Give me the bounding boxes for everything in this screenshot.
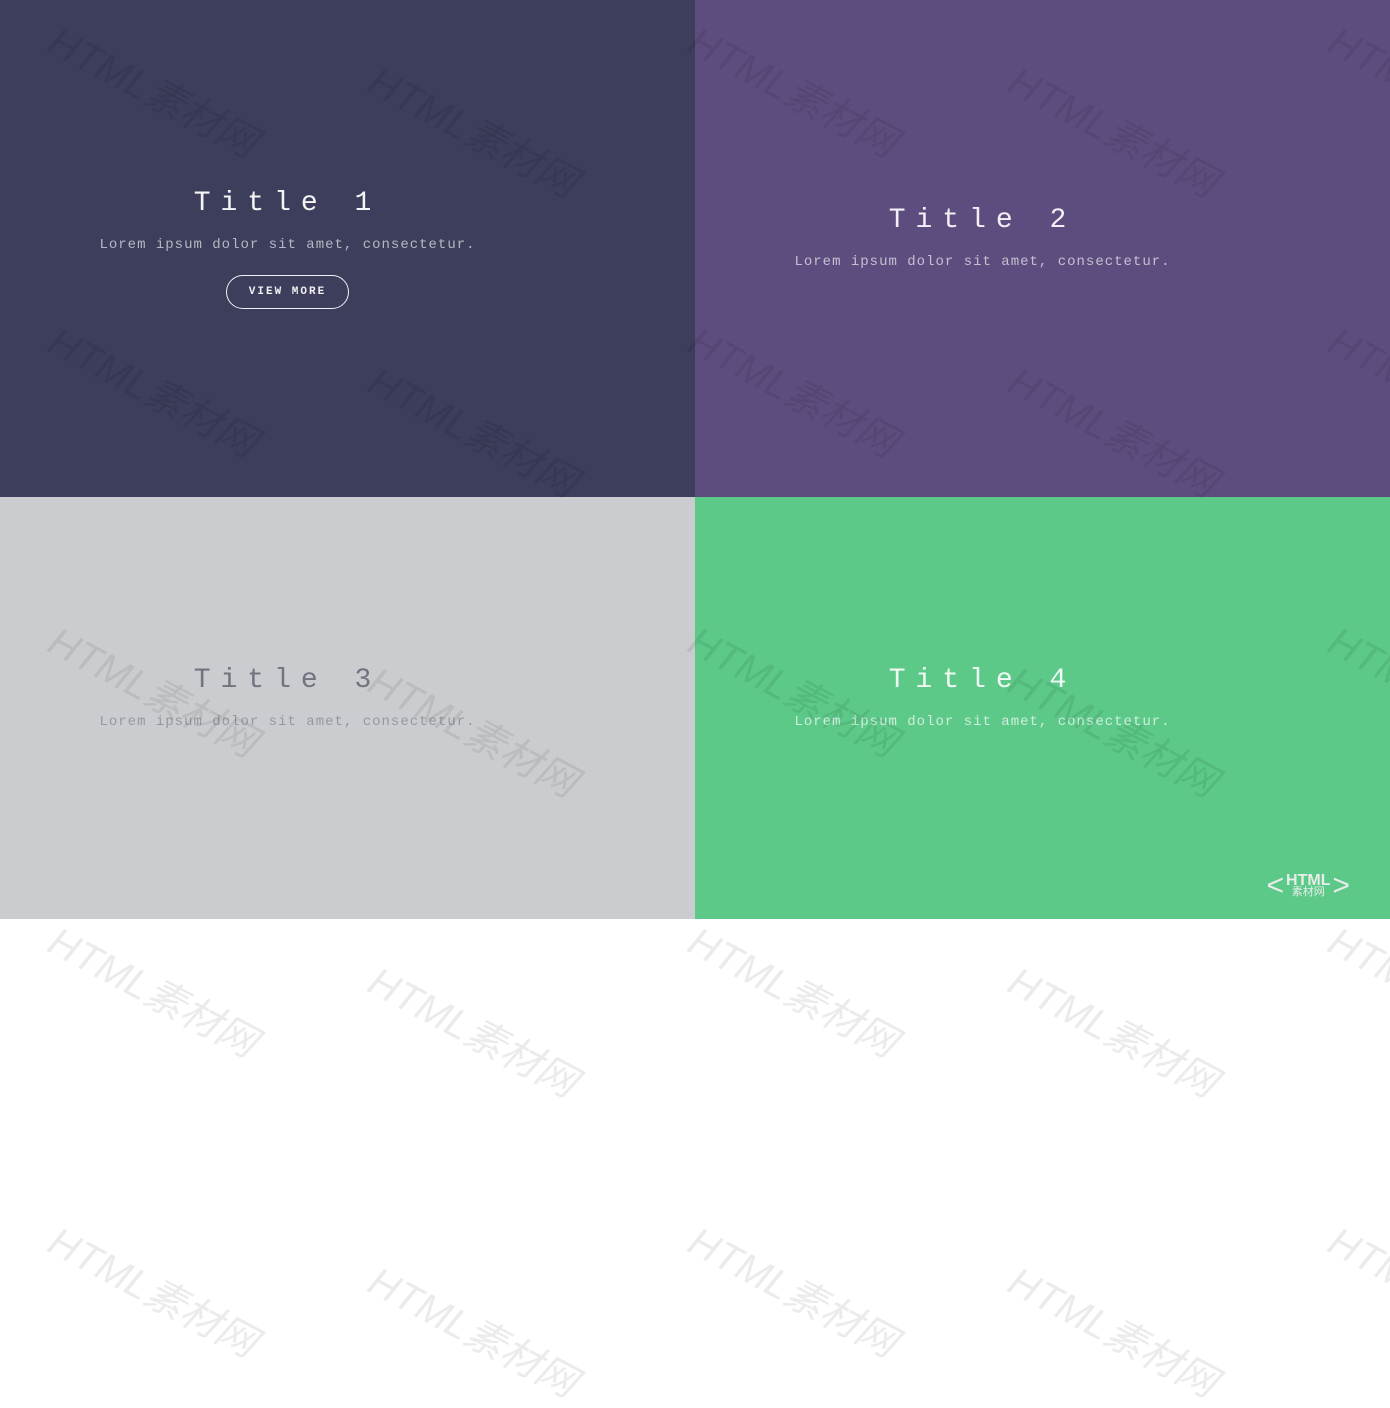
tile-3-content: Title 3 Lorem ipsum dolor sit amet, cons… [0, 665, 575, 752]
tile-2-subtitle: Lorem ipsum dolor sit amet, consectetur. [794, 254, 1170, 270]
view-more-button[interactable]: VIEW MORE [226, 275, 349, 309]
tile-2-title: Title 2 [889, 205, 1077, 236]
watermark-text: HTML素材网 [1320, 910, 1390, 1069]
watermark-text: HTML素材网 [40, 1210, 269, 1369]
tile-1-content: Title 1 Lorem ipsum dolor sit amet, cons… [0, 188, 575, 309]
watermark-text: HTML素材网 [1320, 1210, 1390, 1369]
tile-4-title: Title 4 [889, 665, 1077, 696]
tile-grid: Title 1 Lorem ipsum dolor sit amet, cons… [0, 0, 1390, 919]
tile-3-title: Title 3 [194, 665, 382, 696]
tile-2[interactable]: Title 2 Lorem ipsum dolor sit amet, cons… [695, 0, 1390, 497]
tile-3[interactable]: Title 3 Lorem ipsum dolor sit amet, cons… [0, 497, 695, 919]
tile-1-subtitle: Lorem ipsum dolor sit amet, consectetur. [99, 237, 475, 253]
tile-1[interactable]: Title 1 Lorem ipsum dolor sit amet, cons… [0, 0, 695, 497]
watermark-text: HTML素材网 [360, 950, 589, 1109]
watermark-text: HTML素材网 [1000, 1250, 1229, 1408]
tile-4-subtitle: Lorem ipsum dolor sit amet, consectetur. [794, 714, 1170, 730]
tile-4-content: Title 4 Lorem ipsum dolor sit amet, cons… [695, 665, 1270, 752]
tile-4[interactable]: Title 4 Lorem ipsum dolor sit amet, cons… [695, 497, 1390, 919]
watermark-text: HTML素材网 [680, 1210, 909, 1369]
tile-3-subtitle: Lorem ipsum dolor sit amet, consectetur. [99, 714, 475, 730]
watermark-text: HTML素材网 [680, 910, 909, 1069]
watermark-text: HTML素材网 [40, 910, 269, 1069]
watermark-text: HTML素材网 [1000, 950, 1229, 1109]
tile-1-title: Title 1 [194, 188, 382, 219]
watermark-text: HTML素材网 [360, 1250, 589, 1408]
tile-2-content: Title 2 Lorem ipsum dolor sit amet, cons… [695, 205, 1270, 292]
